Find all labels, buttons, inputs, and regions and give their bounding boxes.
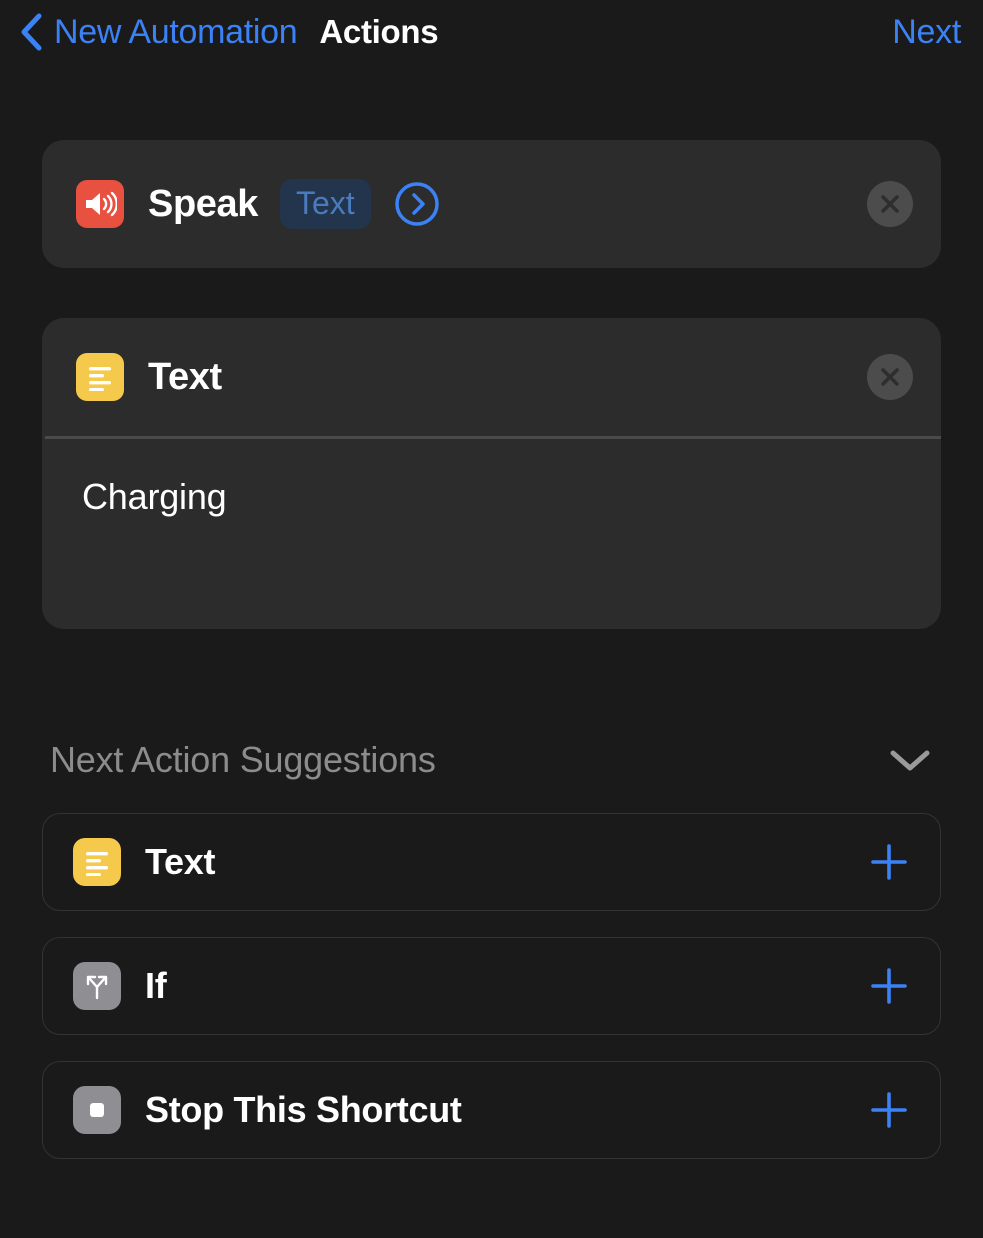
text-input-value[interactable]: Charging — [82, 475, 907, 518]
plus-icon[interactable] — [866, 839, 912, 885]
back-button[interactable]: New Automation — [18, 12, 298, 52]
action-card-text[interactable]: Text Charging — [42, 318, 941, 629]
suggestion-label: Text — [145, 841, 216, 882]
variable-pill-text[interactable]: Text — [279, 179, 371, 229]
branch-arrows-icon — [73, 962, 121, 1010]
page-title: Actions — [319, 13, 439, 50]
close-icon-speak[interactable] — [867, 181, 913, 227]
suggestions-header[interactable]: Next Action Suggestions — [42, 739, 941, 781]
next-button[interactable]: Next — [892, 13, 961, 52]
plus-icon[interactable] — [866, 963, 912, 1009]
action-card-speak[interactable]: Speak Text — [42, 140, 941, 268]
suggestion-list: Text If Stop This Shortcut — [42, 813, 941, 1159]
suggestion-row-text[interactable]: Text — [42, 813, 941, 911]
suggestions-title: Next Action Suggestions — [50, 739, 436, 780]
suggestion-label: Stop This Shortcut — [145, 1089, 462, 1130]
suggestion-label: If — [145, 965, 167, 1006]
chevron-left-icon — [21, 13, 42, 51]
chevron-right-circle-icon[interactable] — [393, 180, 441, 228]
back-button-label: New Automation — [54, 12, 298, 51]
text-lines-icon — [73, 838, 121, 886]
chevron-down-icon[interactable] — [887, 745, 933, 775]
plus-icon[interactable] — [866, 1087, 912, 1133]
navigation-bar: New Automation Actions Next — [0, 0, 983, 64]
action-card-text-header: Text — [42, 318, 941, 436]
action-title-speak: Speak — [148, 182, 258, 225]
suggestion-row-if[interactable]: If — [42, 937, 941, 1035]
close-icon-text[interactable] — [867, 354, 913, 400]
text-input-area[interactable]: Charging — [42, 439, 941, 629]
main-content: Speak Text Text Charging Next Action Sug… — [0, 140, 983, 1159]
stop-square-icon — [73, 1086, 121, 1134]
speaker-wave-icon — [76, 180, 124, 228]
action-title-text: Text — [148, 355, 222, 398]
suggestion-row-stop-this-shortcut[interactable]: Stop This Shortcut — [42, 1061, 941, 1159]
text-lines-icon — [76, 353, 124, 401]
